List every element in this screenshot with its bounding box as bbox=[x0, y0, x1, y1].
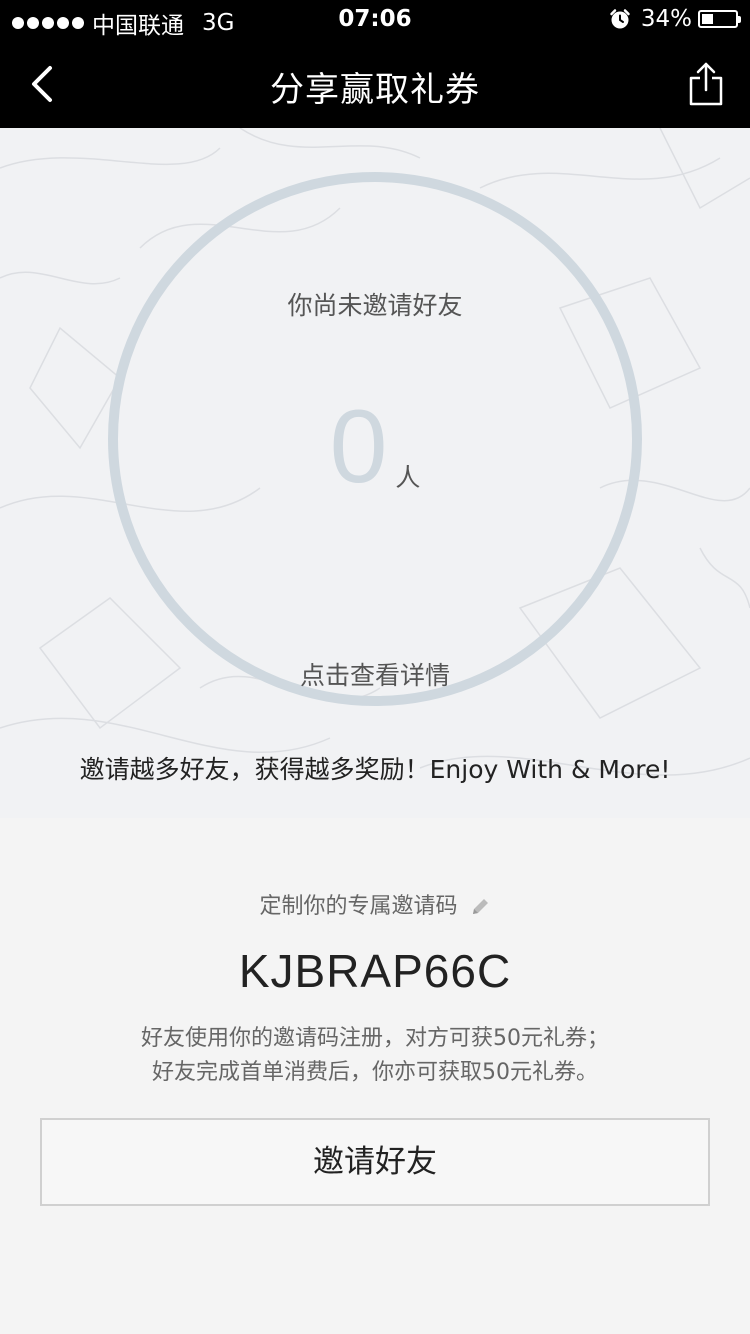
custom-code-row[interactable]: 定制你的专属邀请码 bbox=[0, 888, 750, 920]
custom-code-label: 定制你的专属邀请码 bbox=[259, 894, 458, 919]
battery-percent: 34% bbox=[640, 6, 692, 32]
nav-bar: 分享赢取礼券 bbox=[0, 40, 750, 128]
invite-page: 中国联通 3G 07:06 34% 分享赢取礼券 你尚未邀请好友 0 人 点击查… bbox=[0, 0, 750, 1334]
pencil-icon[interactable] bbox=[469, 896, 491, 918]
invite-count-row: 0人 bbox=[118, 392, 632, 502]
share-icon[interactable] bbox=[688, 60, 724, 108]
count-unit: 人 bbox=[395, 463, 421, 492]
alarm-clock-icon bbox=[610, 9, 630, 29]
invite-hero: 你尚未邀请好友 0人 点击查看详情 邀请越多好友，获得越多奖励！Enjoy Wi… bbox=[0, 128, 750, 818]
page-title: 分享赢取礼券 bbox=[270, 70, 480, 110]
status-bar: 中国联通 3G 07:06 34% bbox=[0, 0, 750, 40]
invite-code-section: 定制你的专属邀请码 KJBRAP66C 好友使用你的邀请码注册，对方可获50元礼… bbox=[0, 818, 750, 1334]
invite-code: KJBRAP66C bbox=[238, 945, 512, 997]
reward-rule-self: 好友完成首单消费后，你亦可获取50元礼券。 bbox=[152, 1060, 598, 1085]
invite-friends-button[interactable]: 邀请好友 bbox=[40, 1118, 710, 1206]
reward-rule-friend: 好友使用你的邀请码注册，对方可获50元礼券； bbox=[141, 1026, 609, 1051]
invite-status-text: 你尚未邀请好友 bbox=[287, 291, 463, 320]
battery-icon bbox=[698, 10, 741, 28]
invited-count: 0 bbox=[329, 389, 388, 505]
status-right: 34% bbox=[609, 6, 741, 32]
battery-fill bbox=[702, 14, 713, 24]
view-details-link[interactable]: 点击查看详情 bbox=[118, 656, 632, 692]
invite-count-ring[interactable]: 你尚未邀请好友 0人 点击查看详情 bbox=[108, 172, 642, 706]
invite-tagline: 邀请越多好友，获得越多奖励！Enjoy With & More! bbox=[79, 755, 671, 784]
